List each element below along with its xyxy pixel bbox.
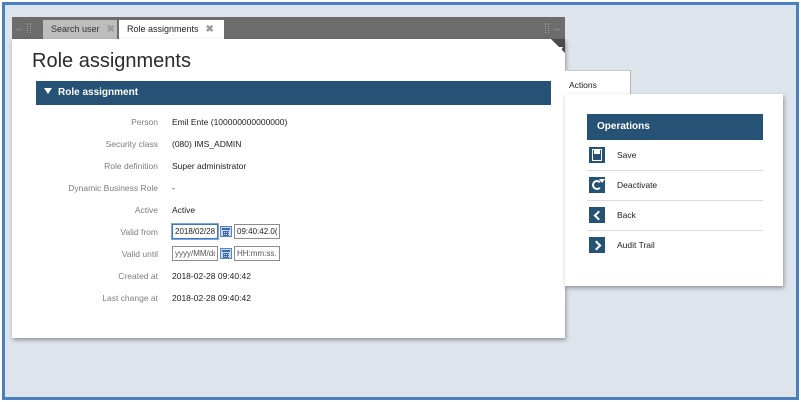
tab-scroll-right[interactable]: → bbox=[545, 23, 561, 33]
grip-icon bbox=[545, 23, 549, 33]
field-label: Dynamic Business Role bbox=[68, 183, 158, 193]
person-value: Emil Ente (100000000000000) bbox=[172, 117, 288, 127]
arrow-left-icon: ← bbox=[15, 23, 24, 33]
back-button[interactable]: Back bbox=[587, 201, 763, 231]
field-row-last-change-at: Last change at 2018-02-28 09:40:42 bbox=[36, 291, 551, 305]
created-at-value: 2018-02-28 09:40:42 bbox=[172, 271, 251, 281]
field-row-role-definition: Role definition Super administrator bbox=[36, 159, 551, 173]
triangle-down-icon bbox=[44, 88, 52, 94]
save-label: Save bbox=[617, 150, 637, 160]
field-row-person: Person Emil Ente (100000000000000) bbox=[36, 115, 551, 129]
field-label: Valid from bbox=[120, 227, 158, 237]
save-button[interactable]: Save bbox=[587, 141, 763, 171]
save-icon bbox=[589, 147, 605, 163]
actions-panel: Operations Save Deactivate Back Audit Tr… bbox=[565, 94, 783, 286]
valid-from-date-input[interactable] bbox=[172, 224, 218, 239]
operations-header: Operations bbox=[587, 114, 763, 140]
tab-label: Role assignments bbox=[127, 24, 199, 34]
field-label: Last change at bbox=[102, 293, 158, 303]
field-row-security-class: Security class (080) IMS_ADMIN bbox=[36, 137, 551, 151]
valid-until-date-input[interactable] bbox=[172, 246, 218, 261]
arrow-right-icon: → bbox=[552, 23, 561, 33]
active-value: Active bbox=[172, 205, 196, 215]
tab-label: Actions bbox=[569, 80, 597, 90]
deactivate-button[interactable]: Deactivate bbox=[587, 171, 763, 201]
field-row-valid-until: Valid until bbox=[36, 246, 551, 261]
tab-search-user[interactable]: Search user ✖ bbox=[43, 20, 117, 39]
tab-scroll-left[interactable]: ← bbox=[15, 23, 35, 33]
field-label: Role definition bbox=[104, 161, 158, 171]
security-class-value: (080) IMS_ADMIN bbox=[172, 139, 242, 149]
grip-icon bbox=[27, 23, 31, 33]
audit-trail-label: Audit Trail bbox=[617, 240, 655, 250]
field-label: Created at bbox=[118, 271, 158, 281]
tab-label: Search user bbox=[51, 24, 100, 34]
valid-until-time-input[interactable] bbox=[234, 246, 280, 261]
page-title: Role assignments bbox=[32, 50, 191, 72]
field-label: Valid until bbox=[121, 249, 158, 259]
calendar-icon[interactable] bbox=[220, 226, 232, 237]
section-header-role-assignment[interactable]: Role assignment bbox=[36, 81, 551, 105]
field-label: Active bbox=[134, 205, 158, 215]
valid-from-time-input[interactable] bbox=[234, 224, 280, 239]
field-row-created-at: Created at 2018-02-28 09:40:42 bbox=[36, 269, 551, 283]
close-icon[interactable]: ✖ bbox=[107, 20, 115, 39]
last-change-at-value: 2018-02-28 09:40:42 bbox=[172, 293, 251, 303]
tab-role-assignments[interactable]: Role assignments ✖ bbox=[119, 20, 224, 39]
tab-actions[interactable]: Actions bbox=[565, 70, 631, 95]
field-label: Security class bbox=[105, 139, 158, 149]
close-icon[interactable]: ✖ bbox=[206, 20, 214, 39]
field-label: Person bbox=[131, 117, 158, 127]
main-panel: Role assignments Role assignment Person … bbox=[12, 39, 565, 338]
section-title: Role assignment bbox=[58, 87, 139, 98]
role-definition-value: Super administrator bbox=[172, 161, 247, 171]
back-label: Back bbox=[617, 210, 636, 220]
audit-trail-button[interactable]: Audit Trail bbox=[587, 231, 763, 261]
calendar-icon[interactable] bbox=[220, 248, 232, 259]
tab-strip: ← Search user ✖ Role assignments ✖ → bbox=[12, 17, 565, 39]
field-row-active: Active Active bbox=[36, 203, 551, 217]
app-frame: ← Search user ✖ Role assignments ✖ → Rol… bbox=[2, 2, 799, 400]
field-row-valid-from: Valid from bbox=[36, 224, 551, 239]
chevron-right-icon bbox=[589, 237, 605, 253]
refresh-icon bbox=[589, 177, 605, 193]
chevron-left-icon bbox=[589, 207, 605, 223]
field-row-dynamic-business-role: Dynamic Business Role - bbox=[36, 181, 551, 195]
chevron-down-icon bbox=[557, 47, 563, 52]
deactivate-label: Deactivate bbox=[617, 180, 658, 190]
dynamic-business-role-value: - bbox=[172, 183, 175, 193]
